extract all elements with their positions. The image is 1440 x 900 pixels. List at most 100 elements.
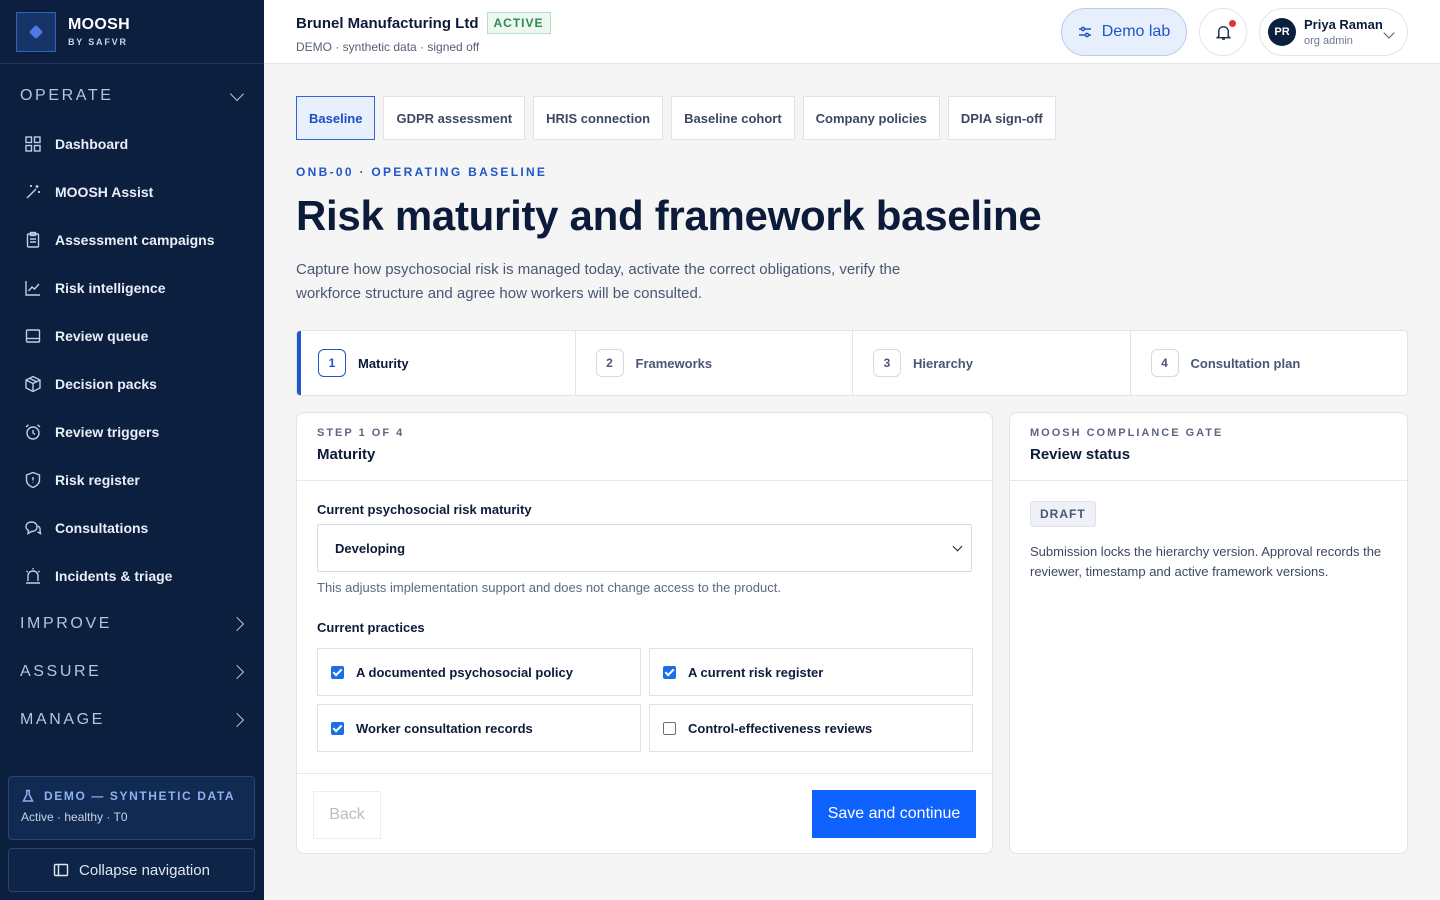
sidebar-panel-icon [53, 863, 69, 877]
card-footer: Back Save and continue [297, 773, 992, 853]
sidebar-item-label: Risk intelligence [55, 280, 166, 296]
notifications-button[interactable] [1199, 8, 1247, 56]
demo-status: Active · healthy · T0 [21, 810, 128, 824]
chevron-down-icon [229, 86, 245, 101]
sidebar-item-dashboard[interactable]: Dashboard [0, 120, 264, 168]
nav-section-manage[interactable]: MANAGE [0, 696, 264, 744]
checkbox-checked[interactable] [331, 665, 344, 679]
user-name: Priya Raman [1304, 17, 1383, 32]
bell-icon [1215, 25, 1231, 40]
card-title: Maturity [317, 446, 376, 463]
sidebar-item-label: Decision packs [55, 376, 157, 392]
save-and-continue-button[interactable]: Save and continue [812, 790, 976, 838]
sidebar-item-assessment-campaigns[interactable]: Assessment campaigns [0, 216, 264, 264]
back-button[interactable]: Back [313, 791, 381, 839]
brand[interactable]: MOOSH BY SAFVR [0, 0, 264, 64]
step-label: Consultation plan [1190, 355, 1301, 371]
organisation-info: Brunel Manufacturing Ltd ACTIVE DEMO · s… [296, 12, 551, 54]
sidebar-item-risk-register[interactable]: Risk register [0, 456, 264, 504]
step-frameworks[interactable]: 2 Frameworks [576, 331, 853, 395]
nav-section-operate[interactable]: OPERATE [0, 72, 264, 120]
maturity-hint: This adjusts implementation support and … [317, 580, 781, 595]
stepper: 1 Maturity 2 Frameworks 3 Hierarchy 4 Co… [296, 330, 1408, 396]
alarm-clock-icon [24, 423, 42, 441]
siren-icon [24, 567, 42, 585]
sidebar-item-decision-packs[interactable]: Decision packs [0, 360, 264, 408]
moosh-logo-icon [16, 11, 56, 52]
practice-label: Control-effectiveness reviews [688, 720, 873, 736]
status-badge: ACTIVE [486, 12, 551, 34]
step-label: Frameworks [635, 355, 713, 371]
nav-section-assure-label: ASSURE [20, 663, 102, 680]
step-number: 1 [318, 349, 346, 377]
step-label: Maturity [358, 355, 409, 371]
chevron-right-icon [229, 712, 245, 728]
nav-section-manage-label: MANAGE [20, 711, 105, 728]
chevron-right-icon [229, 616, 245, 632]
checkbox-unchecked[interactable] [663, 721, 676, 735]
sidebar-item-label: Review queue [55, 328, 149, 344]
tab-baseline-cohort[interactable]: Baseline cohort [671, 96, 795, 140]
sidebar-item-moosh-assist[interactable]: MOOSH Assist [0, 168, 264, 216]
sidebar: MOOSH BY SAFVR OPERATE Dashboard MOOSH A… [0, 0, 264, 900]
practice-label: A documented psychosocial policy [356, 664, 573, 680]
tab-baseline[interactable]: Baseline [296, 96, 376, 140]
practice-risk-register[interactable]: A current risk register [649, 648, 973, 696]
nav-section-improve[interactable]: IMPROVE [0, 600, 264, 648]
chat-bubbles-icon [24, 519, 42, 537]
tab-company-policies[interactable]: Company policies [802, 96, 940, 140]
practice-documented-policy[interactable]: A documented psychosocial policy [317, 648, 641, 696]
maturity-select-value: Developing [335, 540, 406, 556]
organisation-meta: DEMO · synthetic data · signed off [296, 40, 480, 54]
sidebar-item-incidents-triage[interactable]: Incidents & triage [0, 552, 264, 600]
demo-title: DEMO — SYNTHETIC DATA [44, 789, 236, 803]
tab-gdpr-assessment[interactable]: GDPR assessment [383, 96, 526, 140]
chevron-down-icon [952, 541, 963, 552]
package-icon [24, 375, 42, 393]
practice-consultation-records[interactable]: Worker consultation records [317, 704, 641, 752]
chart-line-icon [24, 279, 42, 297]
collapse-navigation-button[interactable]: Collapse navigation [8, 848, 255, 892]
sidebar-item-consultations[interactable]: Consultations [0, 504, 264, 552]
brand-sub: BY SAFVR [68, 37, 128, 47]
sidebar-item-label: MOOSH Assist [55, 184, 154, 200]
sidebar-item-label: Dashboard [55, 136, 129, 152]
maturity-label: Current psychosocial risk maturity [317, 502, 532, 517]
practice-label: Worker consultation records [356, 720, 533, 736]
step-consultation-plan[interactable]: 4 Consultation plan [1131, 331, 1408, 395]
sidebar-item-review-triggers[interactable]: Review triggers [0, 408, 264, 456]
sidebar-item-label: Review triggers [55, 424, 160, 440]
nav-section-assure[interactable]: ASSURE [0, 648, 264, 696]
sidebar-item-label: Incidents & triage [55, 568, 173, 584]
user-menu[interactable]: PR Priya Raman org admin [1259, 8, 1408, 56]
demo-environment-card[interactable]: DEMO — SYNTHETIC DATA Active · healthy ·… [8, 776, 255, 840]
maturity-select[interactable]: Developing [317, 524, 972, 572]
step-maturity[interactable]: 1 Maturity [297, 331, 576, 395]
onboarding-tabs: Baseline GDPR assessment HRIS connection… [296, 96, 1064, 140]
sliders-icon [1078, 26, 1091, 38]
chevron-right-icon [229, 664, 245, 680]
gate-description: Submission locks the hierarchy version. … [1030, 544, 1382, 579]
card-eyebrow: MOOSH COMPLIANCE GATE [1030, 427, 1224, 439]
avatar: PR [1268, 18, 1296, 46]
sidebar-item-risk-intelligence[interactable]: Risk intelligence [0, 264, 264, 312]
demo-lab-button[interactable]: Demo lab [1061, 8, 1187, 56]
draft-badge: DRAFT [1030, 501, 1096, 527]
practice-control-reviews[interactable]: Control-effectiveness reviews [649, 704, 973, 752]
sidebar-item-label: Consultations [55, 520, 149, 536]
compliance-gate-card: MOOSH COMPLIANCE GATE Review status DRAF… [1009, 412, 1408, 854]
tab-dpia-sign-off[interactable]: DPIA sign-off [947, 96, 1056, 140]
page-eyebrow: ONB-00 · OPERATING BASELINE [296, 165, 548, 179]
checkbox-checked[interactable] [331, 721, 344, 735]
organisation-name: Brunel Manufacturing Ltd [296, 14, 479, 32]
card-title: Review status [1030, 446, 1131, 463]
sidebar-item-label: Assessment campaigns [55, 232, 215, 248]
tab-hris-connection[interactable]: HRIS connection [533, 96, 664, 140]
step-hierarchy[interactable]: 3 Hierarchy [853, 331, 1131, 395]
sidebar-item-review-queue[interactable]: Review queue [0, 312, 264, 360]
checkbox-checked[interactable] [663, 665, 676, 679]
page-title: Risk maturity and framework baseline [296, 192, 1042, 239]
nav-section-improve-label: IMPROVE [20, 615, 112, 632]
inbox-icon [24, 327, 42, 345]
sidebar-item-label: Risk register [55, 472, 140, 488]
